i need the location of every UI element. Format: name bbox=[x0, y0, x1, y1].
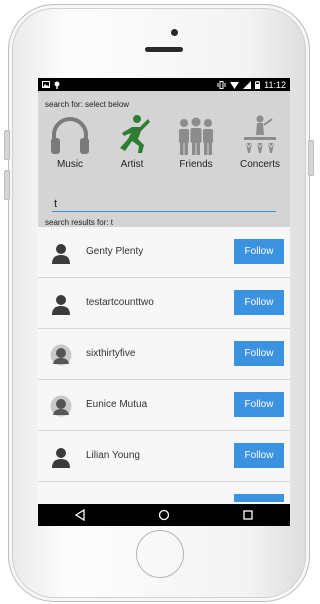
result-name: Genty Plenty bbox=[86, 246, 144, 257]
friends-icon bbox=[179, 117, 213, 155]
list-item[interactable]: Genty Plenty Follow bbox=[38, 227, 290, 278]
volume-down-button bbox=[4, 170, 10, 200]
signal-icon bbox=[243, 80, 252, 89]
follow-button-partial[interactable] bbox=[234, 494, 284, 502]
category-friends[interactable]: Friends bbox=[166, 113, 226, 170]
front-camera bbox=[171, 29, 178, 36]
hardware-home-button[interactable] bbox=[136, 530, 184, 578]
result-name: Lilian Young bbox=[86, 450, 140, 461]
home-icon[interactable] bbox=[158, 509, 170, 521]
wifi-icon bbox=[230, 81, 240, 89]
artist-icon bbox=[120, 115, 150, 153]
follow-button[interactable]: Follow bbox=[234, 443, 284, 468]
back-icon[interactable] bbox=[74, 509, 86, 521]
status-time: 11:12 bbox=[264, 79, 286, 90]
follow-button[interactable]: Follow bbox=[234, 341, 284, 366]
search-results-label: search results for: t bbox=[45, 218, 114, 227]
search-input[interactable] bbox=[52, 196, 276, 212]
notification-icon bbox=[54, 81, 60, 89]
category-artist-label: Artist bbox=[120, 159, 144, 170]
list-item[interactable]: Lilian Young Follow bbox=[38, 431, 290, 482]
headphones-icon bbox=[51, 117, 89, 154]
result-name: testartcounttwo bbox=[86, 297, 154, 308]
earpiece-speaker bbox=[145, 47, 183, 52]
recents-icon[interactable] bbox=[242, 509, 254, 521]
category-artist[interactable]: Artist bbox=[102, 113, 162, 170]
category-concerts[interactable]: Concerts bbox=[230, 113, 290, 170]
list-item[interactable]: Eunice Mutua Follow bbox=[38, 380, 290, 431]
results-list: Genty Plenty Follow testartcounttwo Foll… bbox=[38, 227, 290, 504]
person-icon bbox=[52, 295, 70, 315]
volume-up-button bbox=[4, 130, 10, 160]
power-button bbox=[308, 140, 314, 176]
concert-icon bbox=[244, 115, 276, 153]
search-panel: search for: select below Music Artist Fr… bbox=[38, 91, 290, 227]
vibrate-icon bbox=[217, 80, 226, 89]
result-name: Eunice Mutua bbox=[86, 399, 148, 410]
profile-photo bbox=[50, 344, 72, 366]
follow-button[interactable]: Follow bbox=[234, 392, 284, 417]
follow-button[interactable]: Follow bbox=[234, 239, 284, 264]
search-hint: search for: select below bbox=[45, 100, 130, 109]
profile-photo bbox=[50, 395, 72, 417]
category-music[interactable]: Music bbox=[40, 113, 100, 170]
app-screen: 11:12 search for: select below Music Art… bbox=[38, 78, 290, 526]
status-bar: 11:12 bbox=[38, 78, 290, 91]
image-icon bbox=[42, 81, 50, 88]
list-item bbox=[38, 482, 290, 502]
category-friends-label: Friends bbox=[179, 159, 213, 170]
list-item[interactable]: sixthirtyfive Follow bbox=[38, 329, 290, 380]
category-selector: Music Artist Friends Concerts bbox=[38, 113, 290, 183]
list-item[interactable]: testartcounttwo Follow bbox=[38, 278, 290, 329]
category-concerts-label: Concerts bbox=[239, 159, 280, 170]
result-name: sixthirtyfive bbox=[86, 348, 136, 359]
android-nav-bar bbox=[38, 504, 290, 526]
battery-icon bbox=[255, 80, 261, 89]
person-icon bbox=[52, 448, 70, 468]
category-music-label: Music bbox=[56, 159, 84, 170]
follow-button[interactable]: Follow bbox=[234, 290, 284, 315]
person-icon bbox=[52, 244, 70, 264]
